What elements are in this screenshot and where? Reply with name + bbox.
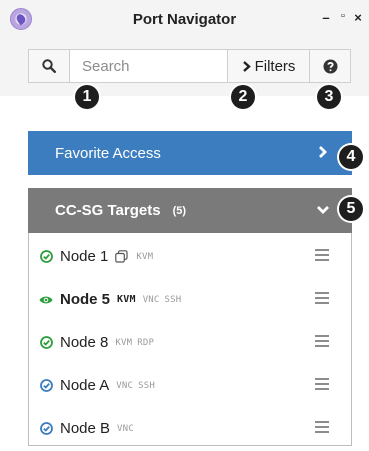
target-name: Node 5 — [60, 291, 111, 308]
maximize-button[interactable]: ▫ — [337, 10, 349, 22]
status-check-icon — [39, 250, 53, 264]
chevron-right-icon — [242, 60, 251, 72]
targets-title: CC-SG Targets — [55, 202, 161, 219]
protocol-link[interactable]: VNC — [143, 295, 160, 305]
chevron-right-icon — [319, 146, 327, 158]
target-row-node-a[interactable]: Node A VNC SSH — [29, 364, 351, 407]
row-menu-icon[interactable] — [315, 378, 329, 390]
minimize-button[interactable]: – — [320, 10, 332, 25]
search-button[interactable] — [28, 49, 70, 83]
filters-label: Filters — [254, 57, 296, 75]
callout-badge-2: 2 — [231, 85, 255, 109]
title-bar: Port Navigator – ▫ × — [0, 0, 369, 40]
status-check-icon — [39, 379, 53, 393]
targets-panel: CC-SG Targets (5) Node 1 KVM Node 5 KVM … — [28, 188, 352, 446]
protocol-link[interactable]: SSH — [138, 381, 155, 391]
status-check-icon — [39, 422, 53, 436]
filters-button[interactable]: Filters — [227, 49, 310, 83]
row-menu-icon[interactable] — [315, 249, 329, 261]
search-icon — [42, 59, 56, 73]
protocol-link[interactable]: SSH — [165, 295, 182, 305]
target-name: Node A — [60, 377, 110, 394]
row-menu-icon[interactable] — [315, 335, 329, 347]
callout-badge-3: 3 — [317, 85, 341, 109]
help-button[interactable] — [309, 49, 351, 83]
callout-badge-4: 4 — [339, 145, 363, 169]
callout-badge-5: 5 — [339, 197, 363, 221]
chevron-down-icon — [317, 206, 329, 214]
row-menu-icon[interactable] — [315, 292, 329, 304]
protocol-link[interactable]: KVM — [136, 252, 153, 262]
target-row-node-5[interactable]: Node 5 KVM VNC SSH — [29, 278, 351, 321]
close-button[interactable]: × — [352, 10, 364, 25]
target-row-node-8[interactable]: Node 8 KVM RDP — [29, 321, 351, 364]
status-check-icon — [39, 336, 53, 350]
favorite-access-panel[interactable]: Favorite Access — [28, 131, 352, 175]
protocol-link[interactable]: VNC — [116, 381, 133, 391]
protocol-link[interactable]: VNC — [117, 424, 134, 434]
favorite-access-label: Favorite Access — [55, 144, 161, 162]
target-row-node-1[interactable]: Node 1 KVM — [29, 235, 351, 278]
target-row-node-b[interactable]: Node B VNC — [29, 407, 351, 450]
targets-header[interactable]: CC-SG Targets (5) — [28, 188, 352, 233]
status-eye-icon — [39, 293, 53, 307]
callout-badge-1: 1 — [75, 85, 99, 109]
target-name: Node B — [60, 420, 111, 437]
window-title: Port Navigator — [132, 11, 237, 28]
protocol-link-active[interactable]: KVM — [117, 294, 136, 305]
multi-session-icon[interactable] — [115, 250, 129, 264]
row-menu-icon[interactable] — [315, 421, 329, 433]
question-circle-icon — [323, 59, 337, 73]
target-name: Node 8 — [60, 334, 109, 351]
protocol-link[interactable]: KVM — [115, 338, 132, 348]
search-input[interactable] — [69, 49, 228, 83]
target-name: Node 1 — [60, 248, 109, 265]
protocol-link[interactable]: RDP — [137, 338, 154, 348]
targets-count: (5) — [172, 204, 187, 217]
